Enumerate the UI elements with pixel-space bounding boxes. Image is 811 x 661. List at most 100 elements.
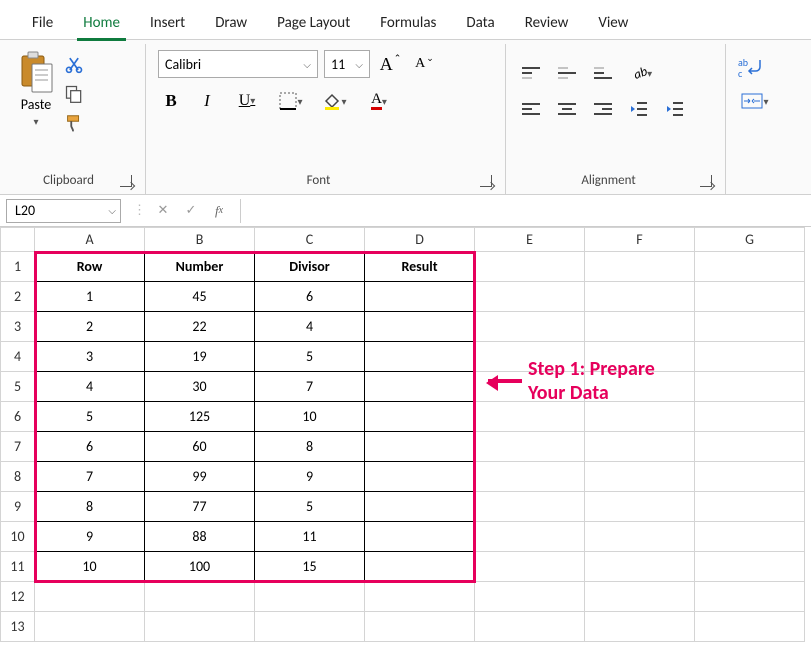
- cell[interactable]: [365, 312, 475, 342]
- tab-page-layout[interactable]: Page Layout: [263, 8, 364, 40]
- tab-review[interactable]: Review: [511, 8, 583, 40]
- align-center-button[interactable]: [554, 96, 580, 122]
- cell[interactable]: [585, 492, 695, 522]
- cell[interactable]: 4: [255, 312, 365, 342]
- cell[interactable]: 1: [35, 282, 145, 312]
- cell[interactable]: [365, 552, 475, 582]
- cell[interactable]: [475, 582, 585, 612]
- orientation-button[interactable]: ab▾: [626, 60, 660, 86]
- tab-file[interactable]: File: [18, 8, 67, 40]
- row-header[interactable]: 5: [1, 372, 35, 402]
- cell[interactable]: Result: [365, 252, 475, 282]
- row-header[interactable]: 4: [1, 342, 35, 372]
- cell[interactable]: [475, 612, 585, 642]
- insert-function-button[interactable]: fx: [208, 200, 230, 222]
- cell[interactable]: [475, 522, 585, 552]
- increase-indent-button[interactable]: [662, 96, 688, 122]
- cell[interactable]: 7: [35, 462, 145, 492]
- row-header[interactable]: 2: [1, 282, 35, 312]
- cell[interactable]: 8: [255, 432, 365, 462]
- cell[interactable]: [695, 312, 805, 342]
- align-middle-button[interactable]: [554, 60, 580, 86]
- copy-button[interactable]: [62, 82, 86, 106]
- cell[interactable]: 11: [255, 522, 365, 552]
- cell[interactable]: 100: [145, 552, 255, 582]
- cell[interactable]: [585, 582, 695, 612]
- tab-insert[interactable]: Insert: [136, 8, 199, 40]
- cell[interactable]: [365, 462, 475, 492]
- cell[interactable]: [145, 582, 255, 612]
- cell[interactable]: [365, 282, 475, 312]
- cell[interactable]: [475, 402, 585, 432]
- cancel-formula-button[interactable]: ✕: [152, 200, 174, 222]
- row-header[interactable]: 1: [1, 252, 35, 282]
- cell[interactable]: [695, 252, 805, 282]
- font-color-button[interactable]: A ▾: [362, 88, 396, 114]
- cell[interactable]: [695, 342, 805, 372]
- cell[interactable]: [475, 312, 585, 342]
- row-header[interactable]: 12: [1, 582, 35, 612]
- font-launcher[interactable]: [479, 174, 493, 188]
- cell[interactable]: 5: [255, 492, 365, 522]
- row-header[interactable]: 11: [1, 552, 35, 582]
- row-header[interactable]: 3: [1, 312, 35, 342]
- cell[interactable]: 9: [255, 462, 365, 492]
- cell[interactable]: 15: [255, 552, 365, 582]
- align-right-button[interactable]: [590, 96, 616, 122]
- cell[interactable]: 60: [145, 432, 255, 462]
- tab-data[interactable]: Data: [452, 8, 508, 40]
- bold-button[interactable]: B: [158, 88, 184, 114]
- cell[interactable]: [475, 282, 585, 312]
- cell[interactable]: [585, 612, 695, 642]
- cell[interactable]: [585, 312, 695, 342]
- cell[interactable]: 8: [35, 492, 145, 522]
- align-left-button[interactable]: [518, 96, 544, 122]
- col-header-D[interactable]: D: [365, 228, 475, 252]
- cell[interactable]: Row: [35, 252, 145, 282]
- name-box[interactable]: L20 ⌵: [6, 199, 121, 223]
- col-header-A[interactable]: A: [35, 228, 145, 252]
- row-header[interactable]: 10: [1, 522, 35, 552]
- row-header[interactable]: 6: [1, 402, 35, 432]
- cell[interactable]: [365, 612, 475, 642]
- clipboard-launcher[interactable]: [119, 174, 133, 188]
- row-header[interactable]: 13: [1, 612, 35, 642]
- cell[interactable]: 10: [255, 402, 365, 432]
- row-header[interactable]: 7: [1, 432, 35, 462]
- cell[interactable]: [695, 282, 805, 312]
- cell[interactable]: 45: [145, 282, 255, 312]
- tab-draw[interactable]: Draw: [201, 8, 261, 40]
- font-size-select[interactable]: 11⌵: [324, 50, 370, 78]
- cell[interactable]: [695, 462, 805, 492]
- cell[interactable]: [35, 612, 145, 642]
- cell[interactable]: 22: [145, 312, 255, 342]
- row-header[interactable]: 9: [1, 492, 35, 522]
- borders-button[interactable]: ▾: [274, 88, 308, 114]
- fill-color-button[interactable]: ▾: [318, 88, 352, 114]
- align-top-button[interactable]: [518, 60, 544, 86]
- cell[interactable]: [35, 582, 145, 612]
- cell[interactable]: 6: [255, 282, 365, 312]
- cell[interactable]: 99: [145, 462, 255, 492]
- format-painter-button[interactable]: [62, 112, 86, 136]
- cell[interactable]: 9: [35, 522, 145, 552]
- cell[interactable]: [695, 552, 805, 582]
- cell[interactable]: [255, 612, 365, 642]
- cell[interactable]: [475, 462, 585, 492]
- cell[interactable]: [365, 492, 475, 522]
- cell[interactable]: [255, 582, 365, 612]
- cell[interactable]: 30: [145, 372, 255, 402]
- cut-button[interactable]: [62, 52, 86, 76]
- cell[interactable]: 77: [145, 492, 255, 522]
- cell[interactable]: [475, 492, 585, 522]
- cell[interactable]: [365, 522, 475, 552]
- tab-view[interactable]: View: [584, 8, 642, 40]
- enter-formula-button[interactable]: ✓: [180, 200, 202, 222]
- italic-button[interactable]: I: [194, 88, 220, 114]
- formula-input[interactable]: [240, 199, 811, 223]
- underline-button[interactable]: U ▾: [230, 88, 264, 114]
- cell[interactable]: [695, 402, 805, 432]
- cell[interactable]: [475, 552, 585, 582]
- cell[interactable]: [695, 432, 805, 462]
- cell[interactable]: 125: [145, 402, 255, 432]
